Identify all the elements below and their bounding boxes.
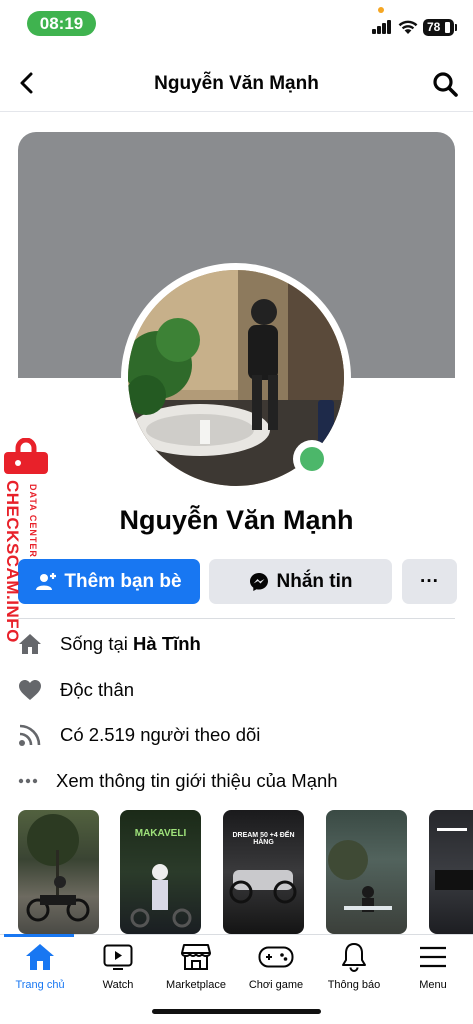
status-bar: 08:19 78 — [0, 0, 473, 48]
add-friend-icon — [36, 572, 57, 590]
more-options-button[interactable]: ··· — [402, 559, 457, 604]
tab-label: Thông báo — [327, 979, 381, 991]
featured-stories: MAKAVELI DREAM 50 +4 ĐẾN HẰNG — [18, 810, 473, 936]
add-friend-label: Thêm bạn bè — [64, 570, 182, 592]
story-caption: DREAM 50 +4 ĐẾN HẰNG — [232, 832, 295, 846]
see-about-info[interactable]: Xem thông tin giới thiệu của Mạnh — [18, 766, 338, 796]
lives-place[interactable]: Hà Tĩnh — [133, 633, 201, 655]
tab-label: Marketplace — [166, 979, 226, 991]
tab-label: Menu — [419, 979, 447, 991]
story-thumbnail[interactable] — [429, 810, 473, 934]
tab-marketplace[interactable]: Marketplace — [156, 941, 236, 991]
page-title: Nguyễn Văn Mạnh — [154, 73, 319, 94]
tab-label: Watch — [102, 979, 134, 991]
online-status-indicator — [293, 440, 331, 478]
search-icon[interactable] — [431, 70, 459, 98]
ellipsis-icon — [18, 768, 42, 794]
tab-notifications[interactable]: Thông báo — [314, 941, 394, 991]
info-lives-in: Sống tại Hà Tĩnh — [18, 629, 201, 659]
info-followers[interactable]: Có 2.519 người theo dõi — [18, 720, 260, 750]
active-tab-indicator — [4, 934, 74, 937]
message-button[interactable]: Nhắn tin — [209, 559, 392, 604]
watermark-brand: CHECKSCAM.INFO — [3, 480, 22, 643]
story-caption: MAKAVELI — [134, 828, 187, 839]
story-thumbnail[interactable] — [326, 810, 407, 934]
followers-count: Có 2.519 người theo dõi — [60, 724, 261, 745]
divider — [18, 618, 455, 619]
see-about-label: Xem thông tin giới thiệu của Mạnh — [56, 770, 338, 791]
bell-icon — [342, 943, 366, 972]
status-time: 08:19 — [27, 11, 96, 36]
info-relationship: Độc thân — [18, 675, 134, 705]
home-icon — [26, 944, 54, 970]
heart-icon — [18, 677, 50, 703]
tab-home[interactable]: Trang chủ — [0, 941, 80, 991]
nav-header: Nguyễn Văn Mạnh — [0, 56, 473, 112]
marketplace-icon — [181, 944, 211, 970]
messenger-icon — [249, 572, 268, 591]
wifi-icon — [398, 20, 418, 34]
battery-level: 78 — [427, 20, 441, 34]
lives-prefix: Sống tại — [60, 633, 134, 654]
add-friend-button[interactable]: Thêm bạn bè — [18, 559, 200, 604]
privacy-indicator — [378, 7, 384, 13]
watermark-lock-logo — [4, 438, 48, 474]
home-indicator — [152, 1009, 321, 1014]
tab-label: Trang chủ — [15, 979, 65, 991]
battery-icon: 78 — [423, 19, 454, 36]
rss-followers-icon — [18, 722, 50, 748]
relationship-status: Độc thân — [60, 679, 135, 700]
more-options-icon: ··· — [420, 570, 439, 592]
tab-gaming[interactable]: Chơi game — [236, 941, 316, 991]
story-thumbnail[interactable] — [18, 810, 99, 934]
gamepad-icon — [258, 946, 294, 968]
story-thumbnail[interactable]: MAKAVELI — [120, 810, 201, 934]
watch-icon — [103, 944, 133, 970]
tab-label: Chơi game — [248, 979, 304, 991]
cellular-signal-icon — [372, 20, 392, 34]
tab-watch[interactable]: Watch — [78, 941, 158, 991]
message-label: Nhắn tin — [276, 570, 353, 592]
tab-menu[interactable]: Menu — [393, 941, 473, 991]
story-thumbnail[interactable]: DREAM 50 +4 ĐẾN HẰNG — [223, 810, 304, 934]
menu-icon — [420, 946, 446, 968]
profile-name: Nguyễn Văn Mạnh — [119, 505, 354, 535]
